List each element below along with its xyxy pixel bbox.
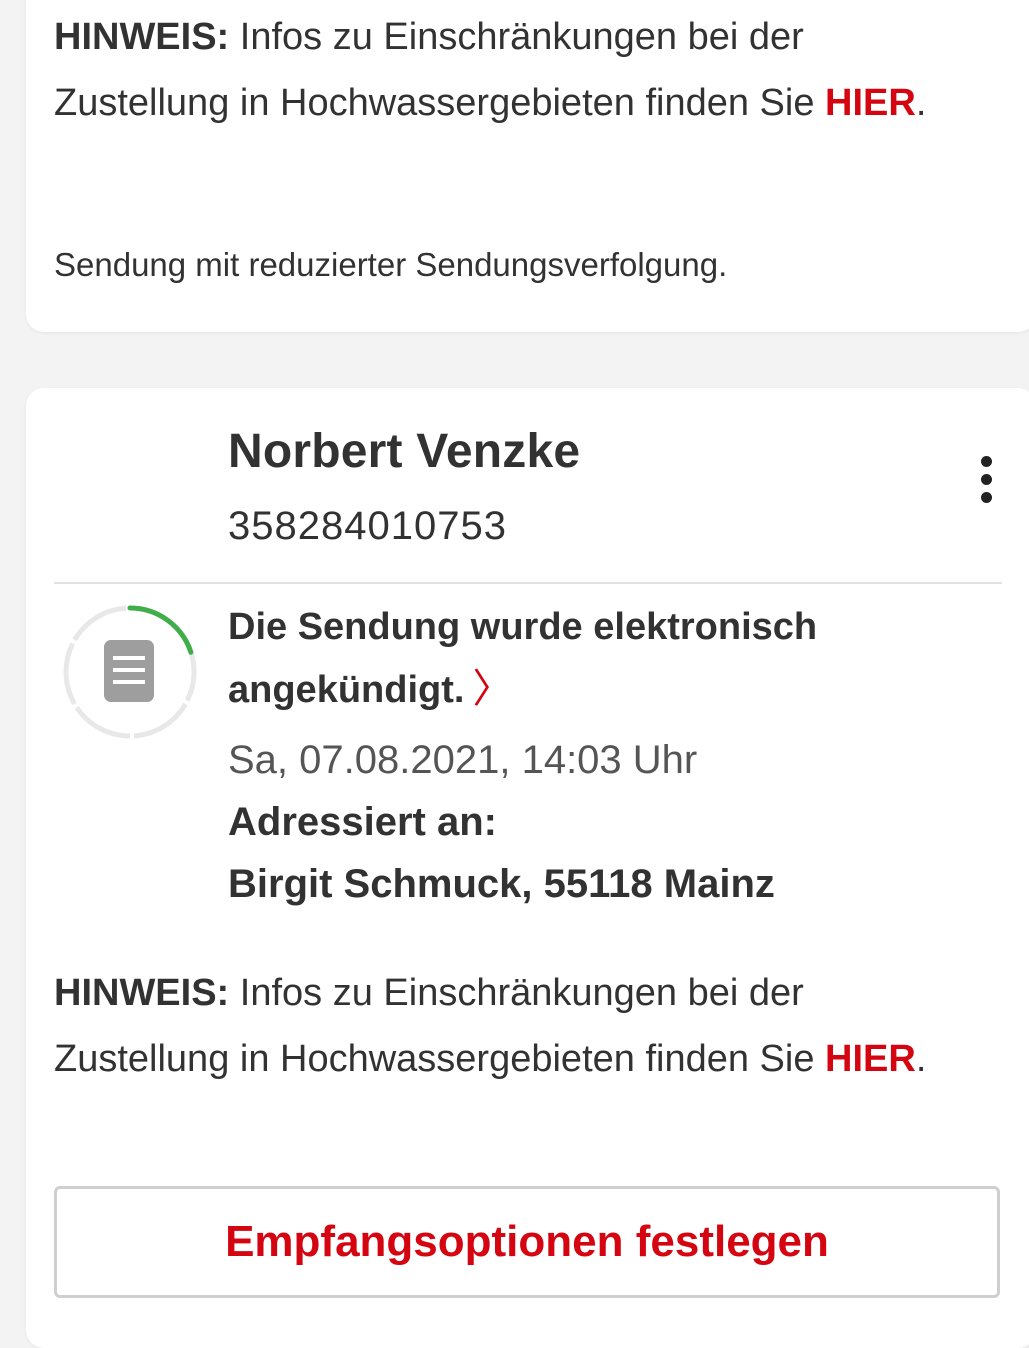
notice-label: HINWEIS: — [54, 972, 230, 1014]
addressed-value: Birgit Schmuck, 55118 Mainz — [228, 862, 775, 906]
recipient-name: Norbert Venzke — [228, 425, 581, 478]
notice-hier-link[interactable]: HIER — [825, 82, 916, 124]
status-headline-text: Die Sendung wurde elektronisch angekündi… — [228, 606, 818, 711]
status-progress-ring — [63, 605, 197, 739]
delivery-options-button[interactable]: Empfangsoptionen festlegen — [54, 1186, 1000, 1298]
notice-hier-link[interactable]: HIER — [825, 1038, 916, 1080]
tracking-number: 358284010753 — [228, 504, 507, 548]
chevron-right-icon[interactable]: 〉 — [472, 667, 512, 711]
notice-label: HINWEIS: — [54, 16, 230, 58]
more-vertical-icon[interactable] — [971, 450, 1001, 510]
status-headline[interactable]: Die Sendung wurde elektronisch angekündi… — [228, 596, 968, 721]
divider — [54, 582, 1002, 584]
shipment-card[interactable]: Norbert Venzke 358284010753 Die Sendung … — [26, 388, 1029, 1348]
shipment-card-previous: HINWEIS: Infos zu Einschränkungen bei de… — [26, 0, 1029, 332]
notice-period: . — [915, 1038, 927, 1080]
reduced-tracking-note: Sendung mit reduzierter Sendungsverfolgu… — [54, 246, 728, 283]
flood-notice: HINWEIS: Infos zu Einschränkungen bei de… — [54, 4, 954, 136]
notice-period: . — [915, 82, 927, 124]
addressed-label: Adressiert an: — [228, 800, 497, 844]
document-icon — [104, 640, 154, 702]
status-date: Sa, 07.08.2021, 14:03 Uhr — [228, 738, 698, 782]
flood-notice: HINWEIS: Infos zu Einschränkungen bei de… — [54, 960, 954, 1092]
